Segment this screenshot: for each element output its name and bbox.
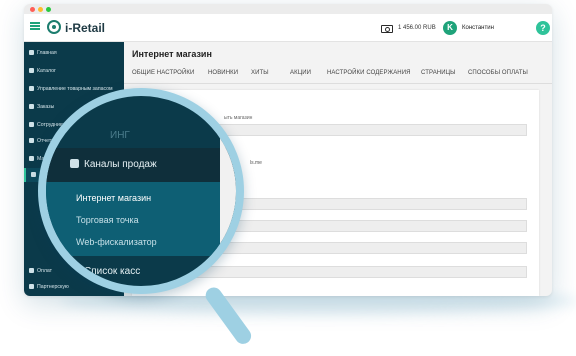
submenu-item-web-fiscalizer[interactable]: Web-фискализатор	[76, 237, 157, 247]
logo-icon	[47, 20, 61, 34]
home-icon	[29, 49, 34, 55]
avatar[interactable]: K	[443, 21, 457, 35]
sidebar-item-home[interactable]: Главная	[24, 46, 124, 60]
tab-hits[interactable]: ХИТЫ	[251, 70, 269, 76]
sales-channels-label: Каналы продаж	[84, 159, 157, 170]
domain-field-text: ls.me	[250, 160, 262, 166]
tab-content-settings[interactable]: НАСТРОЙКИ СОДЕРЖАНИЯ	[327, 70, 411, 76]
maximize-window-dot[interactable]	[46, 7, 51, 12]
cash-register-list-label: Список касс	[84, 266, 141, 277]
submenu-item-online-store[interactable]: Интернет магазин	[76, 193, 151, 203]
close-window-dot[interactable]	[30, 7, 35, 12]
help-button[interactable]: ?	[536, 21, 550, 35]
staff-icon	[29, 121, 34, 127]
sales-channels-submenu: Интернет магазин Торговая точка Web-фиск…	[46, 182, 236, 256]
magnified-sidebar: ИНГ Каналы продаж Интернет магазин Торго…	[46, 96, 236, 286]
cash-icon	[381, 25, 393, 33]
tab-promotions[interactable]: АКЦИИ	[290, 70, 311, 76]
list-icon	[70, 266, 79, 275]
minimize-window-dot[interactable]	[38, 7, 43, 12]
tab-new[interactable]: НОВИНКИ	[208, 70, 238, 76]
payment-icon	[29, 267, 34, 273]
sidebar-item-label: Главная	[37, 50, 57, 56]
cash-register-list-item[interactable]: Список касс	[70, 266, 236, 277]
top-bar: i-Retail 1 456.00 RUB K Константин ?	[24, 14, 552, 42]
magnified-content-edge	[220, 96, 236, 286]
hamburger-menu-icon[interactable]	[30, 22, 40, 30]
catalog-icon	[29, 67, 34, 73]
reports-icon	[29, 137, 34, 143]
partner-icon	[29, 283, 34, 289]
tab-payment-methods[interactable]: СПОСОБЫ ОПЛАТЫ	[468, 70, 528, 76]
orders-icon	[29, 103, 34, 109]
tab-bar: ОБЩИЕ НАСТРОЙКИ НОВИНКИ ХИТЫ АКЦИИ НАСТР…	[124, 64, 552, 84]
account-balance: 1 456.00 RUB	[398, 25, 436, 31]
marker-icon	[29, 155, 34, 161]
submenu-item-retail-point[interactable]: Торговая точка	[76, 215, 139, 225]
sidebar-item-label: Каталог	[37, 68, 56, 74]
page-title: Интернет магазин	[132, 49, 212, 59]
sales-channels-icon	[70, 159, 79, 168]
sidebar-item-catalog[interactable]: Каталог	[24, 64, 124, 78]
sales-channels-group[interactable]: Каналы продаж	[46, 148, 236, 182]
magnifier-lens: ИНГ Каналы продаж Интернет магазин Торго…	[38, 88, 244, 294]
inventory-icon	[29, 85, 34, 91]
tab-pages[interactable]: СТРАНИЦЫ	[421, 70, 456, 76]
sales-channels-icon	[31, 171, 36, 177]
user-name[interactable]: Константин	[462, 25, 494, 31]
tab-general-settings[interactable]: ОБЩИЕ НАСТРОЙКИ	[132, 70, 194, 76]
app-brand: i-Retail	[65, 21, 106, 35]
window-chrome	[24, 4, 552, 14]
sidebar-item-label: Управление товарным запасом	[37, 86, 113, 92]
